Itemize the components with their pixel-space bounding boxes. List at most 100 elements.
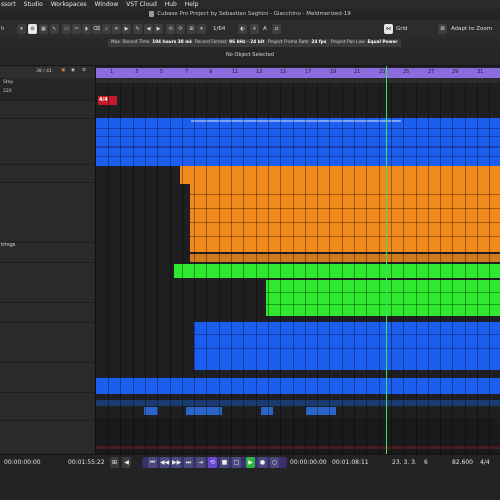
record-mode-button[interactable]: ○ [270,457,279,468]
visibility-icon[interactable]: ◉ [71,68,75,73]
snap-mode-value[interactable]: A [263,24,267,34]
glue-tool-button[interactable]: ◗ [82,24,91,34]
menu-item-window[interactable]: Window [95,0,119,9]
grid-line [427,83,429,454]
menu-item-hub[interactable]: Hub [165,0,177,9]
constrain-delay-button[interactable]: ⊘ [28,24,37,34]
punch-button[interactable]: ⇥ [196,457,205,468]
color-palette-button[interactable]: ◐ [238,24,247,34]
forward-fast-button[interactable]: ▶▶ [172,457,181,468]
ruler-bar-21: 21 [354,69,361,75]
midi-part-green[interactable] [174,264,500,278]
pan-law-label: Project Pan Law [331,40,365,45]
timeline-ruler[interactable]: 1 3 5 7 9 11 13 15 17 19 21 23 25 27 29 … [96,68,500,78]
right-locator-display[interactable]: 00:01:08:11 [332,459,369,466]
range-tool-button[interactable]: ▭ [62,24,71,34]
project-frame-rate[interactable]: Project Frame Rate 24 fps [265,39,330,47]
record-format[interactable]: Record Format 96 kHz - 24 bit [192,39,268,47]
split-tool-button[interactable]: ✂ [72,24,81,34]
grid-line [243,83,245,454]
stop-button[interactable]: ■ [220,457,229,468]
grid-line [489,83,491,454]
zoom-tool-button[interactable]: ⌕ [102,24,111,34]
step-forward-button[interactable]: ⟳ [176,24,185,34]
dropdown-chevron-icon[interactable]: ▾ [17,24,26,34]
grid-line [354,83,355,454]
track-row[interactable] [0,164,95,183]
audio-event[interactable] [186,407,222,415]
position-ticks-display[interactable]: 6 [424,459,428,466]
rewind-fast-button[interactable]: ◀◀ [160,457,169,468]
arrow-icon[interactable]: ↖ [50,24,59,34]
track-row[interactable] [0,302,95,323]
grid-line [280,83,282,454]
track-row[interactable] [0,262,95,303]
folder-icon[interactable]: ▣ [61,68,65,73]
ruler-bar-15: 15 [280,69,287,75]
go-to-end-button[interactable]: ⏭ [184,457,193,468]
track-row[interactable] [0,362,95,393]
midi-part-blue-lower[interactable] [194,322,500,370]
note-line [190,236,500,237]
quantize-button[interactable]: ⊞ [187,24,196,34]
grid-line [255,83,257,454]
cycle-toggle-button[interactable]: ⟲ [208,457,217,468]
go-to-start-button[interactable]: ⏮ [148,457,157,468]
track-row[interactable] [0,118,95,165]
track-row[interactable] [0,420,95,455]
zoom-adapt-select[interactable]: Adapt to Zoom [451,24,492,34]
status-line: Max. Record Time 194 hours 38 mins Recor… [0,38,500,48]
step-back-button[interactable]: ⟲ [166,24,175,34]
track-row[interactable] [0,322,95,363]
mute-tool-button[interactable]: ✕ [112,24,121,34]
left-time-display[interactable]: 00:00:00:00 [4,459,41,466]
snap-toggle-button[interactable]: ⋈ [384,24,393,34]
note-line [190,208,500,209]
track-row[interactable] [0,392,95,421]
quantize-value[interactable]: 1/64 [213,24,225,34]
audio-event[interactable] [144,407,158,415]
play-tool-button[interactable]: ▶ [122,24,131,34]
play-button[interactable]: ▶ [246,457,255,468]
max-record-time: Max. Record Time 194 hours 38 mins [108,39,200,47]
nudge-left-button[interactable]: ◀ [144,24,153,34]
grid-button[interactable]: ▦ [39,24,48,34]
midi-part-orange-short[interactable] [190,254,500,262]
grid-line [194,83,196,454]
cycle-button[interactable]: ⇄ [272,24,281,34]
left-locator-display[interactable]: 00:00:00:00 [290,459,327,466]
arrange-window[interactable]: 1 3 5 7 9 11 13 15 17 19 21 23 25 27 29 … [96,66,500,454]
menu-item-help[interactable]: Help [185,0,199,9]
track-row[interactable] [0,242,95,263]
menu-item-studio[interactable]: Studio [24,0,43,9]
snap-toggle-icon[interactable]: ⊠ [438,24,447,34]
track-row[interactable] [0,100,95,119]
step-value[interactable]: 220 [3,89,12,94]
position-bars-display[interactable]: 23. 3. 3. [392,459,417,466]
menu-item-workspaces[interactable]: Workspaces [51,0,87,9]
grid-type-select[interactable]: Grid [396,24,408,34]
project-pan-law[interactable]: Project Pan Law Equal Power [328,39,401,47]
track-selector-label[interactable]: h [1,24,5,34]
step-label[interactable]: Step [3,80,13,85]
ruler-bar-5: 5 [160,69,164,75]
tempo-display[interactable]: 82.600 [452,459,473,466]
nudge-right-button[interactable]: ▶ [154,24,163,34]
menu-item-project[interactable]: ssort [1,0,16,9]
record-button[interactable]: ● [258,457,267,468]
chevron-down-icon[interactable]: ▾ [197,24,206,34]
audio-event[interactable] [306,407,336,415]
project-cursor[interactable] [386,66,387,454]
track-row[interactable]: trings [0,182,95,248]
rewind-button[interactable]: ◀ [122,457,131,468]
menu-item-vst-cloud[interactable]: VST Cloud [126,0,157,9]
eraser-tool-button[interactable]: ⌫ [92,24,101,34]
settings-icon[interactable]: ⚙ [82,68,86,73]
draw-tool-button[interactable]: ✎ [133,24,142,34]
grid-line [452,83,454,454]
snap-button[interactable]: ⊞ [110,457,119,468]
signature-display[interactable]: 4/4 [480,459,490,466]
lock-icon[interactable]: ⌾ [250,24,259,34]
stop-square-icon[interactable]: □ [232,457,241,468]
primary-time-display[interactable]: 00:01:55:22 [68,459,105,466]
